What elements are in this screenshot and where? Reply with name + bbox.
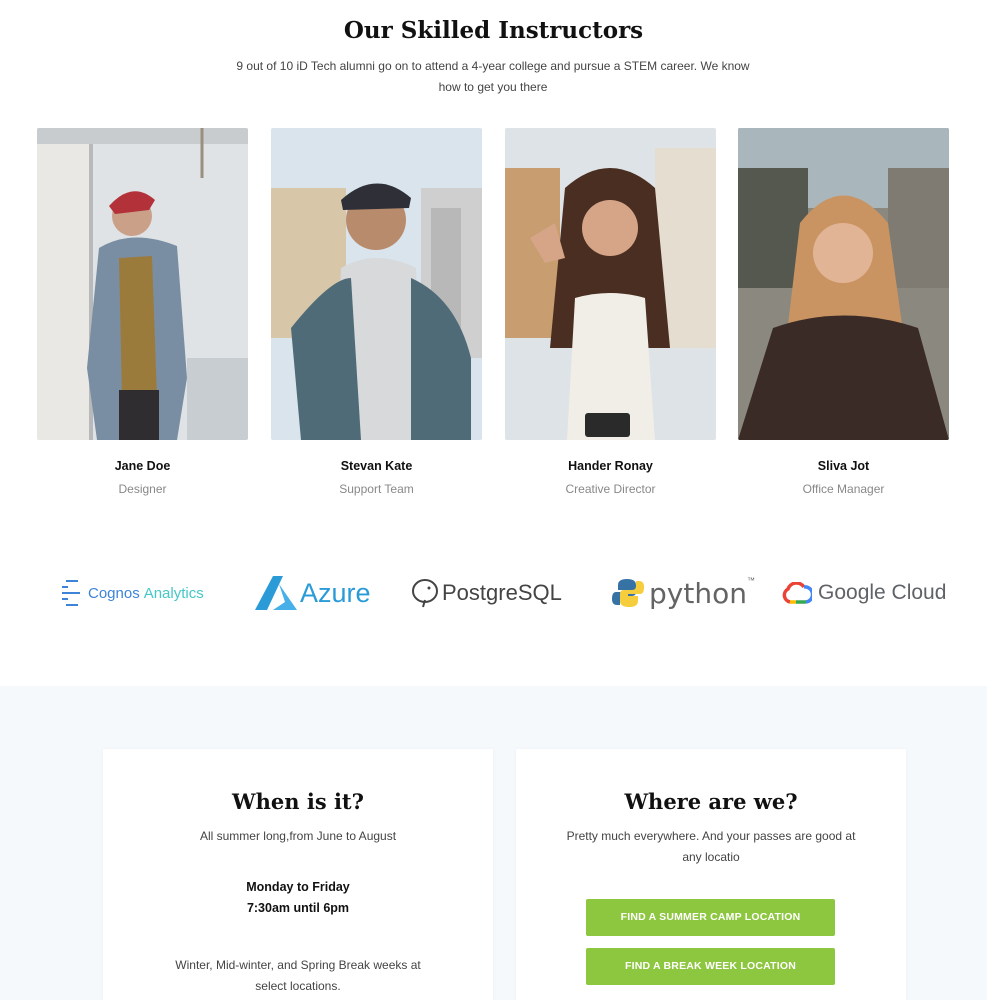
- postgresql-logo: PostgreSQL: [410, 568, 562, 618]
- google-cloud-logo: Google Cloud: [782, 568, 946, 618]
- instructor-role: Support Team: [339, 482, 414, 496]
- instructor-photo: [37, 128, 248, 440]
- info-section: When is it? All summer long,from June to…: [0, 686, 987, 1000]
- postgresql-wordmark: PostgreSQL: [442, 580, 562, 605]
- where-card: Where are we? Pretty much everywhere. An…: [516, 749, 906, 1000]
- instructor-name: Jane Doe: [114, 459, 171, 473]
- instructor-photo: [738, 128, 949, 440]
- elephant-icon: [412, 579, 438, 608]
- instructor-name: Hander Ronay: [568, 459, 653, 473]
- instructor-role: Creative Director: [565, 482, 656, 496]
- python-icon: [612, 579, 644, 607]
- cognos-analytics-logo: Cognos Analytics: [60, 568, 204, 618]
- azure-wordmark: Azure: [300, 577, 371, 608]
- when-text: All summer long,from June to August: [199, 829, 397, 843]
- when-time: 7:30am until 6pm: [246, 901, 350, 915]
- when-days: Monday to Friday: [246, 880, 350, 894]
- instructor-card[interactable]: Stevan Kate Support Team: [271, 128, 482, 496]
- when-note: Winter, Mid-winter, and Spring Break wee…: [175, 958, 421, 993]
- analytics-word: Analytics: [143, 584, 204, 602]
- azure-logo: Azure: [255, 568, 371, 618]
- instructor-name: Sliva Jot: [817, 459, 870, 473]
- when-card: When is it? All summer long,from June to…: [103, 749, 493, 1000]
- python-wordmark: python: [649, 576, 747, 610]
- instructor-photo: [505, 128, 716, 440]
- cognos-icon: [62, 580, 80, 606]
- google-cloud-wordmark: Google Cloud: [818, 581, 947, 604]
- instructor-card[interactable]: Sliva Jot Office Manager: [738, 128, 949, 496]
- python-trademark: ™: [746, 576, 755, 585]
- section-title: Our Skilled Instructors: [343, 17, 644, 44]
- instructor-grid: Jane Doe Designer Stevan Kate Support Te…: [37, 128, 949, 508]
- section-subtitle: 9 out of 10 iD Tech alumni go on to atte…: [236, 59, 750, 94]
- instructor-name: Stevan Kate: [340, 459, 413, 473]
- where-text: Pretty much everywhere. And your passes …: [566, 829, 856, 864]
- partner-logos: Cognos Analytics Azure PostgreSQL python…: [0, 568, 987, 618]
- python-logo: python ™: [612, 568, 755, 618]
- instructor-photo: [271, 128, 482, 440]
- instructor-role: Office Manager: [802, 482, 885, 496]
- find-summer-camp-button[interactable]: FIND A SUMMER CAMP LOCATION: [586, 899, 835, 936]
- instructor-role: Designer: [118, 482, 167, 496]
- instructor-card[interactable]: Hander Ronay Creative Director: [505, 128, 716, 496]
- instructor-card[interactable]: Jane Doe Designer: [37, 128, 248, 496]
- azure-icon: [255, 576, 297, 610]
- cognos-word: Cognos: [88, 584, 140, 602]
- google-cloud-icon: [782, 582, 812, 604]
- find-break-week-button[interactable]: FIND A BREAK WEEK LOCATION: [586, 948, 835, 985]
- where-title: Where are we?: [624, 789, 798, 814]
- when-title: When is it?: [232, 789, 364, 814]
